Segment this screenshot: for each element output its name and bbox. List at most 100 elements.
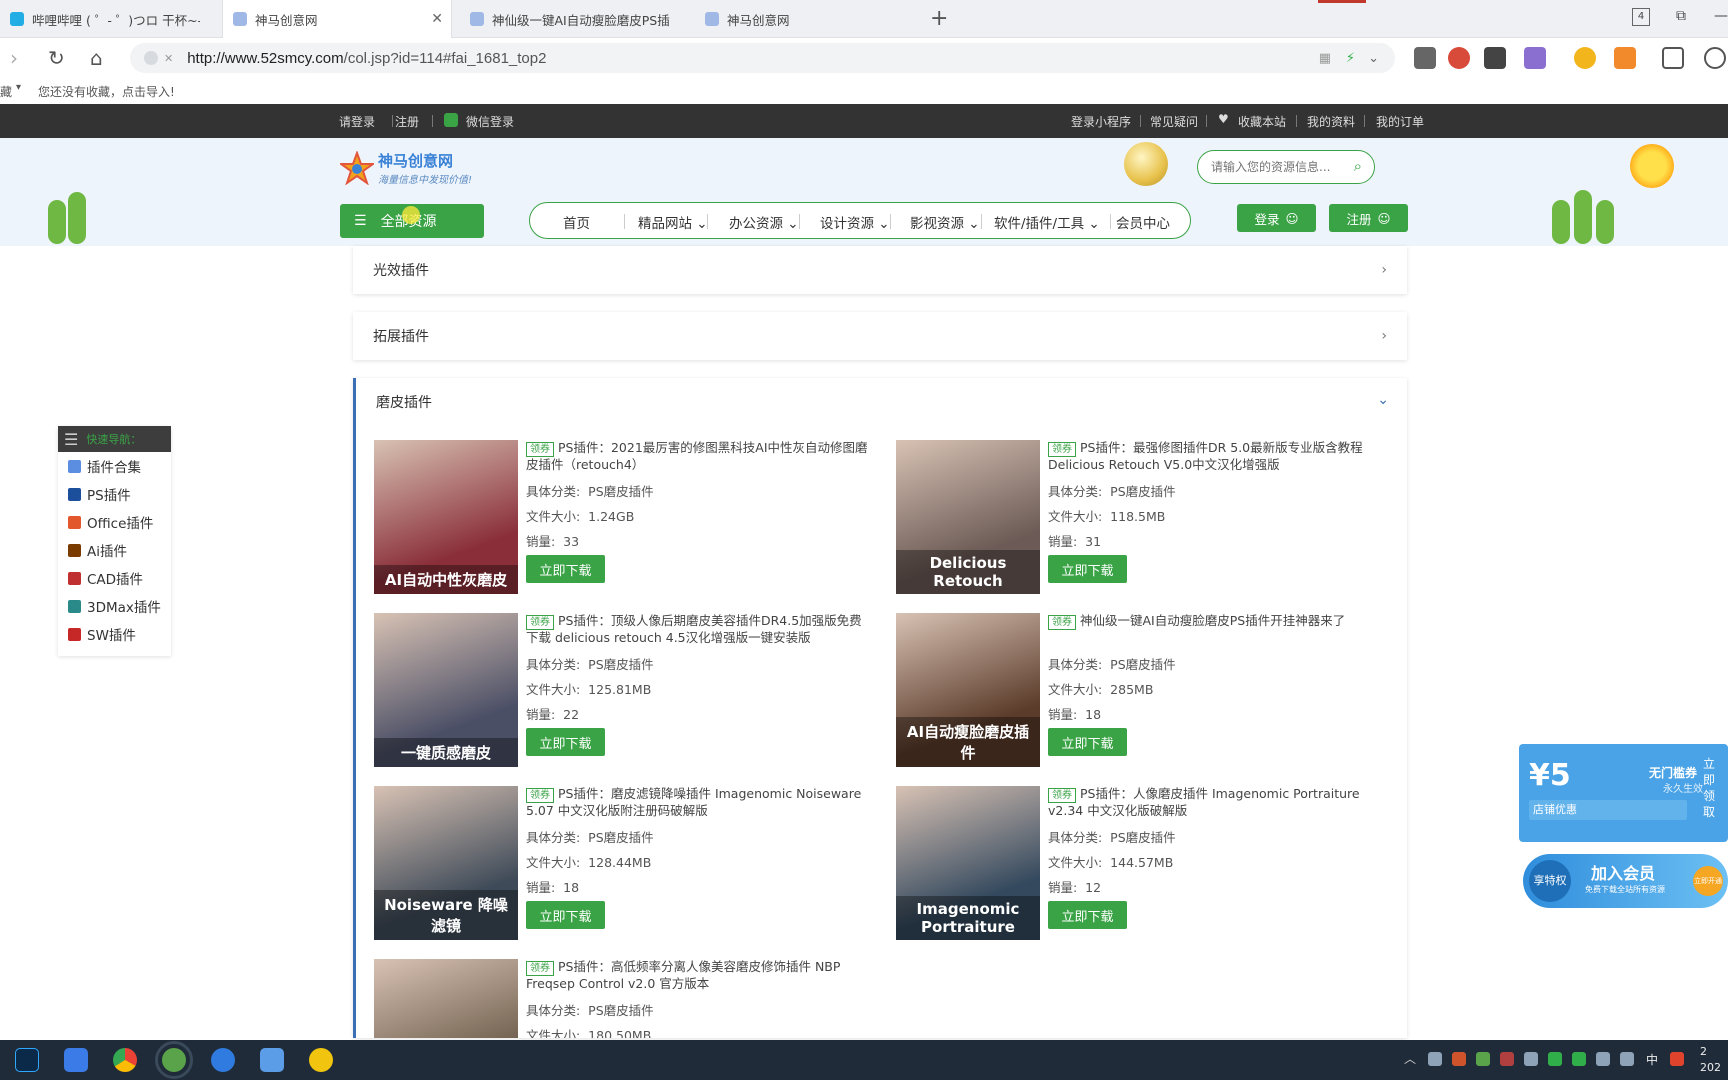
reload-icon[interactable]: ↻ [48, 46, 65, 70]
wechat-tray-icon[interactable] [1572, 1052, 1586, 1066]
new-tab-button[interactable]: + [930, 6, 948, 31]
product-title[interactable]: 领券 PS插件：磨皮滤镜降噪插件 Imagenomic Noiseware 5.0… [526, 786, 868, 819]
site-logo[interactable]: 神马创意网 海量信息中发现价值! [340, 150, 472, 186]
product-thumbnail[interactable]: Delicious Retouch [896, 440, 1040, 594]
coupon-badge[interactable]: 领券 [1048, 615, 1076, 630]
nav-video-resources[interactable]: 影视资源 ⌄ [910, 212, 980, 232]
download-button[interactable]: 立即下载 [526, 728, 605, 756]
window-menu-icon[interactable]: ⧉ [1672, 8, 1690, 26]
product-thumbnail[interactable]: AI自动瘦脸磨皮插件 [896, 613, 1040, 767]
product-title[interactable]: 领券 PS插件：最强修图插件DR 5.0最新版专业版含教程Delicious Re… [1048, 440, 1390, 473]
coupon-badge[interactable]: 领券 [526, 442, 554, 457]
tray-app-icon[interactable] [1524, 1052, 1538, 1066]
product-card[interactable]: AI自动瘦脸磨皮插件 领券 神仙级一键AI自动瘦脸磨皮PS插件开挂神器来了 具体分类:… [896, 613, 1396, 771]
product-card[interactable]: 一键质感磨皮 领券 PS插件：顶级人像后期磨皮美容插件DR4.5加强版免费下载 de… [374, 613, 874, 771]
product-thumbnail[interactable]: 一键质感磨皮 [374, 613, 518, 767]
address-bar[interactable]: ✕ http://www.52smcy.com/col.jsp?id=114#f… [130, 43, 1395, 73]
speed-mode-icon[interactable]: ⚡ [1346, 51, 1355, 66]
tab-shenma-active[interactable]: 神马创意网 ✕ [222, 0, 452, 38]
browser-360-icon[interactable] [155, 1041, 193, 1079]
chevron-down-icon[interactable]: ⌄ [1368, 51, 1379, 66]
product-thumbnail[interactable]: Imagenomic Portraiture [896, 786, 1040, 940]
site-info-icon[interactable] [144, 51, 158, 65]
tab-bilibili[interactable]: 哔哩哔哩 ( ゜- ゜)つロ 干杯~-bili [0, 0, 200, 38]
wechat-tray-icon[interactable] [1548, 1052, 1562, 1066]
product-title[interactable]: 领券 PS插件：2021最厉害的修图黑科技AI中性灰自动修图磨皮插件（retouc… [526, 440, 868, 473]
chrome-icon[interactable] [113, 1048, 137, 1072]
product-card[interactable]: 领券 PS插件：高低频率分离人像美容磨皮修饰插件 NBP Freqsep Cont… [374, 959, 874, 1038]
sogou-ime-icon[interactable] [1670, 1052, 1684, 1066]
tray-app-icon[interactable] [1476, 1052, 1490, 1066]
quick-nav-item[interactable]: Office插件 [58, 508, 171, 536]
nav-office-resources[interactable]: 办公资源 ⌄ [729, 212, 799, 232]
quick-nav-item[interactable]: Ai插件 [58, 536, 171, 564]
minimize-icon[interactable]: — [1712, 8, 1728, 26]
section-extension-plugins[interactable]: 拓展插件 › [353, 312, 1407, 360]
product-card[interactable]: Delicious Retouch 领券 PS插件：最强修图插件DR 5.0最新版专… [896, 440, 1396, 598]
mini-program-link[interactable]: 登录小程序 [1071, 113, 1131, 130]
apps-grid-icon[interactable] [1662, 47, 1684, 69]
tab-shenma-2[interactable]: 神马创意网 [695, 0, 920, 38]
product-card[interactable]: Noiseware 降噪滤镜 领券 PS插件：磨皮滤镜降噪插件 Imagenomic… [374, 786, 874, 944]
qr-code-icon[interactable]: ▦ [1319, 51, 1331, 66]
coupon-badge[interactable]: 领券 [526, 615, 554, 630]
sogou-icon[interactable] [211, 1048, 235, 1072]
tray-app-icon[interactable] [1452, 1052, 1466, 1066]
search-icon[interactable]: ⌕ [1354, 157, 1362, 175]
product-title[interactable]: 领券 PS插件：人像磨皮插件 Imagenomic Portraiture v2.… [1048, 786, 1390, 819]
close-tab-icon[interactable]: ✕ [431, 11, 443, 27]
product-title[interactable]: 领券 PS插件：高低频率分离人像美容磨皮修饰插件 NBP Freqsep Cont… [526, 959, 868, 992]
download-button[interactable]: 立即下载 [1048, 901, 1127, 929]
bookmarks-dropdown-icon[interactable]: ▾ [16, 82, 21, 93]
product-thumbnail[interactable]: Noiseware 降噪滤镜 [374, 786, 518, 940]
search-input[interactable] [1211, 160, 1341, 174]
extension-mail-icon[interactable] [1448, 47, 1470, 69]
product-card[interactable]: Imagenomic Portraiture 领券 PS插件：人像磨皮插件 Imag… [896, 786, 1396, 944]
home-icon[interactable]: ⌂ [90, 46, 103, 70]
my-profile-link[interactable]: 我的资料 [1307, 113, 1355, 130]
product-title[interactable]: 领券 PS插件：顶级人像后期磨皮美容插件DR4.5加强版免费下载 deliciou… [526, 613, 868, 646]
url-text[interactable]: http://www.52smcy.com/col.jsp?id=114#fai… [187, 50, 546, 67]
system-clock[interactable]: 2 202 [1700, 1044, 1721, 1076]
store-coupon[interactable]: ¥5 无门槛券 永久生效 店铺优惠 立即领取 [1519, 744, 1728, 842]
network-icon[interactable] [1596, 1052, 1610, 1066]
nav-design-resources[interactable]: 设计资源 ⌄ [820, 212, 890, 232]
product-title[interactable]: 领券 神仙级一键AI自动瘦脸磨皮PS插件开挂神器来了 [1048, 613, 1390, 630]
site-search-box[interactable]: ⌕ [1197, 150, 1375, 184]
tab-counter[interactable]: 4 [1632, 8, 1650, 26]
login-link[interactable]: 请登录 [339, 113, 375, 130]
settings-gear-icon[interactable] [1704, 47, 1726, 69]
download-button[interactable]: 立即下载 [1048, 555, 1127, 583]
coupon-badge[interactable]: 领券 [1048, 788, 1076, 803]
volume-icon[interactable] [1620, 1052, 1634, 1066]
nav-member-center[interactable]: 会员中心 [1116, 212, 1170, 232]
product-thumbnail[interactable]: AI自动中性灰磨皮 [374, 440, 518, 594]
menu-icon[interactable]: ☰ [64, 430, 78, 449]
tab-plugin-page[interactable]: 神仙级一键AI自动瘦脸磨皮PS插 [460, 0, 685, 38]
quick-nav-item[interactable]: CAD插件 [58, 564, 171, 592]
bookmarks-menu[interactable]: 藏 [0, 83, 12, 100]
bookmark-site-link[interactable]: 收藏本站 [1238, 113, 1286, 130]
coupon-claim-button[interactable]: 立即领取 [1703, 756, 1717, 820]
quick-nav-item[interactable]: PS插件 [58, 480, 171, 508]
join-member-banner[interactable]: 享特权 加入会员 免费下载全站所有资源 立即开通 [1523, 854, 1728, 908]
wechat-login-link[interactable]: 微信登录 [466, 113, 514, 130]
header-register-button[interactable]: 注册 ☺ [1329, 204, 1408, 232]
member-open-button[interactable]: 立即开通 [1693, 866, 1723, 896]
notes-app-icon[interactable] [64, 1048, 88, 1072]
extension-reader-icon[interactable] [1414, 47, 1436, 69]
section-title[interactable]: 磨皮插件 [376, 392, 432, 412]
download-button[interactable]: 立即下载 [526, 555, 605, 583]
quick-nav-item[interactable]: 3DMax插件 [58, 592, 171, 620]
download-button[interactable]: 立即下载 [526, 901, 605, 929]
back-icon[interactable]: › [10, 46, 18, 70]
music-app-icon[interactable] [309, 1048, 333, 1072]
download-button[interactable]: 立即下载 [1048, 728, 1127, 756]
game-icon[interactable] [1614, 47, 1636, 69]
mic-icon[interactable] [1428, 1052, 1442, 1066]
chevron-up-icon[interactable]: ︿ [1404, 1050, 1416, 1067]
quick-nav-item[interactable]: SW插件 [58, 620, 171, 648]
photoshop-icon[interactable] [15, 1048, 39, 1072]
header-login-button[interactable]: 登录 ☺ [1237, 204, 1316, 232]
section-light-effect-plugins[interactable]: 光效插件 › [353, 246, 1407, 294]
